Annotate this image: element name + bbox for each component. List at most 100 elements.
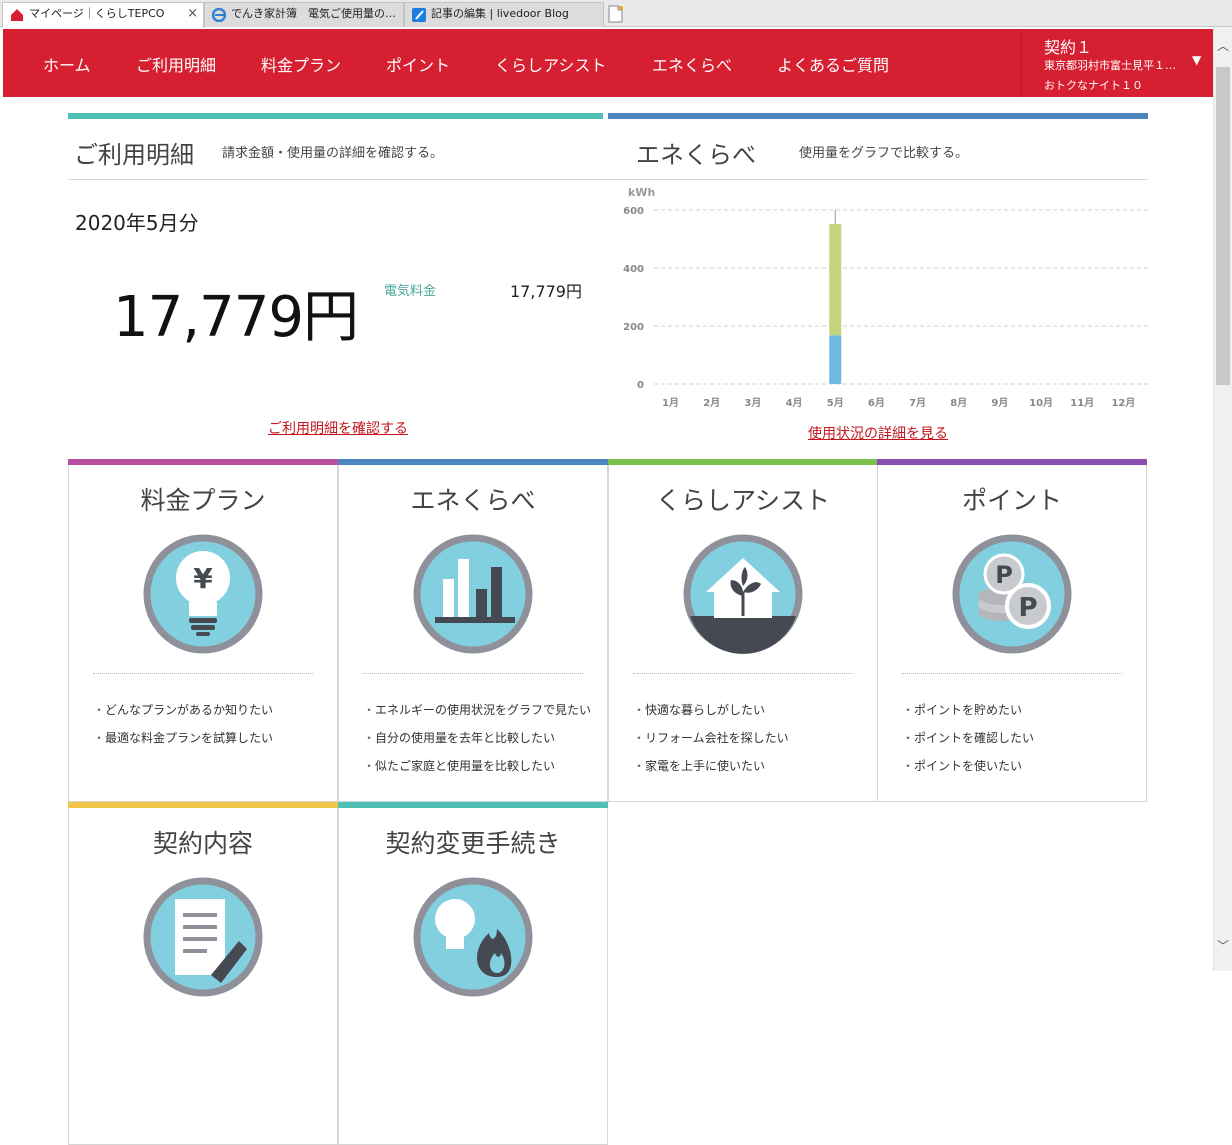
x-tick-label: 4月 — [786, 397, 803, 409]
browser-tab-mypage[interactable]: マイページ｜くらしTEPCO × — [2, 2, 204, 28]
usage-detail-link[interactable]: 使用状況の詳細を見る — [808, 423, 948, 443]
card-item-list: エネルギーの使用状況をグラフで見たい自分の使用量を去年と比較したい似たご家庭と使… — [363, 696, 591, 780]
card-accent-bar — [877, 459, 1147, 465]
section-divider — [68, 179, 1148, 180]
card-title: ポイント — [961, 486, 1062, 515]
nav-item-plan[interactable]: 料金プラン — [261, 52, 341, 76]
nav-item-billing[interactable]: ご利用明細 — [136, 52, 216, 76]
feature-card[interactable]: くらしアシスト快適な暮らしがしたいリフォーム会社を探したい家電を上手に使いたい — [608, 459, 878, 802]
x-tick-label: 12月 — [1111, 397, 1135, 409]
usage-chart: kWh 0 200 400 600 1月 2月 3月 4月 5月 6月 7月 8月 9月 10月 11月 12月 — [623, 186, 1148, 409]
card-item[interactable]: リフォーム会社を探したい — [633, 724, 789, 752]
tab-close-icon[interactable]: × — [187, 3, 198, 25]
electric-fee-value: 17,779円 — [510, 282, 582, 301]
feature-card[interactable]: ポイント PP ポイントを貯めたいポイントを確認したいポイントを使いたい — [877, 459, 1147, 802]
y-tick-label: 0 — [637, 380, 644, 391]
browser-tab-livedoor[interactable]: 記事の編集 | livedoor Blog — [404, 2, 604, 27]
scroll-up-icon[interactable]: ︿ — [1217, 37, 1229, 54]
document-pen-icon — [143, 877, 263, 997]
electric-fee-label: 電気料金 — [384, 284, 437, 299]
scroll-down-icon[interactable]: ﹀ — [1217, 937, 1229, 954]
billing-accent-bar — [68, 113, 603, 119]
nav-item-faq[interactable]: よくあるご質問 — [777, 52, 889, 76]
contract-address: 東京都羽村市富士見平１… — [1044, 59, 1176, 72]
feature-card[interactable]: 契約変更手続き — [338, 802, 608, 1145]
card-divider — [363, 673, 583, 674]
bar-chart-icon — [413, 534, 533, 654]
y-unit-label: kWh — [628, 186, 655, 199]
card-item-list: 快適な暮らしがしたいリフォーム会社を探したい家電を上手に使いたい — [633, 696, 789, 780]
card-item[interactable]: どんなプランがあるか知りたい — [93, 696, 273, 724]
card-divider — [93, 673, 313, 674]
ie-icon — [212, 8, 226, 22]
house-plant-icon — [683, 534, 803, 654]
bar-segment — [829, 223, 842, 336]
new-tab-icon[interactable] — [604, 3, 626, 25]
x-tick-label: 7月 — [909, 397, 926, 409]
billing-section-subtitle: 請求金額・使用量の詳細を確認する。 — [222, 146, 444, 161]
x-tick-label: 5月 — [827, 397, 844, 409]
card-item[interactable]: エネルギーの使用状況をグラフで見たい — [363, 696, 591, 724]
nav-item-kurashi-assist[interactable]: くらしアシスト — [495, 52, 606, 76]
y-tick-label: 600 — [623, 206, 644, 217]
livedoor-icon — [412, 8, 426, 22]
card-item[interactable]: 最適な料金プランを試算したい — [93, 724, 273, 752]
card-divider — [902, 673, 1122, 674]
card-item-list: どんなプランがあるか知りたい最適な料金プランを試算したい — [93, 696, 273, 752]
page-scrollbar[interactable]: ︿ ﹀ — [1213, 27, 1232, 971]
card-item[interactable]: 快適な暮らしがしたい — [633, 696, 789, 724]
nav-item-point[interactable]: ポイント — [386, 52, 450, 76]
point-coins-icon: PP — [952, 534, 1072, 654]
card-title: 契約変更手続き — [385, 829, 561, 858]
card-divider — [633, 673, 853, 674]
billing-month: 2020年5月分 — [75, 211, 199, 235]
x-tick-label: 1月 — [662, 397, 679, 409]
chevron-down-icon[interactable]: ▼ — [1192, 53, 1201, 67]
usage-section-subtitle: 使用量をグラフで比較する。 — [799, 146, 969, 161]
card-item[interactable]: ポイントを確認したい — [902, 724, 1034, 752]
usage-section-title: エネくらべ — [636, 141, 756, 169]
card-accent-bar — [338, 459, 608, 465]
svg-text:P: P — [995, 561, 1013, 589]
contract-selector[interactable]: 契約１ 東京都羽村市富士見平１… おトクなナイト１０ ▼ — [1021, 29, 1213, 97]
x-tick-label: 10月 — [1029, 397, 1053, 409]
y-tick-label: 400 — [623, 264, 644, 275]
tab-label: でんき家計簿 電気ご使用量の… — [231, 7, 396, 20]
x-tick-label: 3月 — [744, 397, 761, 409]
billing-detail-link[interactable]: ご利用明細を確認する — [268, 418, 408, 438]
x-tick-label: 6月 — [868, 397, 885, 409]
x-tick-label: 2月 — [703, 397, 720, 409]
card-item[interactable]: 家電を上手に使いたい — [633, 752, 789, 780]
browser-tab-bar: マイページ｜くらしTEPCO × でんき家計簿 電気ご使用量の… 記事の編集 |… — [0, 0, 1232, 28]
tab-label: マイページ｜くらしTEPCO — [29, 7, 165, 20]
card-title: 料金プラン — [140, 486, 266, 515]
usage-accent-bar — [608, 113, 1148, 119]
house-icon — [11, 9, 23, 21]
card-item-list: ポイントを貯めたいポイントを確認したいポイントを使いたい — [902, 696, 1034, 780]
card-title: くらしアシスト — [655, 486, 830, 515]
card-title: 契約内容 — [152, 829, 253, 858]
feature-card[interactable]: エネくらべエネルギーの使用状況をグラフで見たい自分の使用量を去年と比較したい似た… — [338, 459, 608, 802]
billing-section-title: ご利用明細 — [74, 141, 194, 169]
feature-card[interactable]: 料金プラン ¥ どんなプランがあるか知りたい最適な料金プランを試算したい — [68, 459, 338, 802]
card-accent-bar — [338, 802, 608, 808]
scrollbar-thumb[interactable] — [1216, 67, 1230, 385]
tab-label: 記事の編集 | livedoor Blog — [431, 7, 569, 20]
bulb-yen-icon: ¥ — [143, 534, 263, 654]
card-accent-bar — [68, 802, 338, 808]
nav-item-home[interactable]: ホーム — [43, 52, 91, 76]
bulb-flame-icon — [413, 877, 533, 997]
contract-plan: おトクなナイト１０ — [1044, 79, 1143, 92]
x-tick-label: 9月 — [991, 397, 1008, 409]
billing-total-amount: 17,779円 — [113, 285, 359, 350]
contract-title: 契約１ — [1044, 38, 1093, 57]
card-item[interactable]: ポイントを貯めたい — [902, 696, 1034, 724]
x-tick-label: 8月 — [950, 397, 967, 409]
card-item[interactable]: ポイントを使いたい — [902, 752, 1034, 780]
browser-tab-denki[interactable]: でんき家計簿 電気ご使用量の… — [204, 2, 404, 27]
feature-card[interactable]: 契約内容 — [68, 802, 338, 1145]
card-item[interactable]: 似たご家庭と使用量を比較したい — [363, 752, 591, 780]
card-item[interactable]: 自分の使用量を去年と比較したい — [363, 724, 591, 752]
nav-item-ene-kurabe[interactable]: エネくらべ — [652, 52, 732, 76]
global-nav: ホーム ご利用明細 料金プラン ポイント くらしアシスト エネくらべ よくあるご… — [3, 29, 1213, 97]
